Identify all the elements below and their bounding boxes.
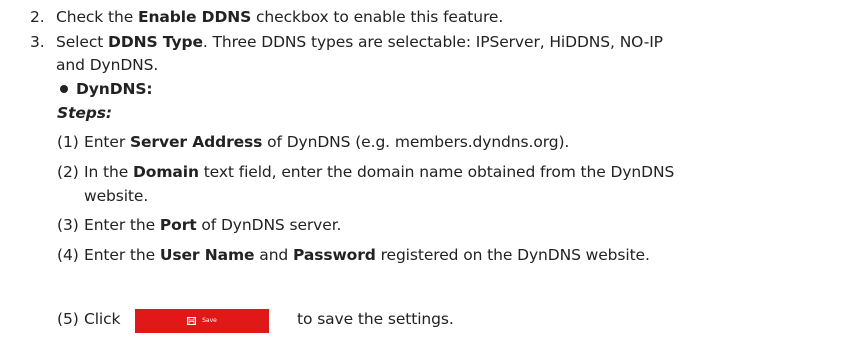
text: and DynDNS. — [56, 56, 159, 74]
text: Check the — [56, 8, 138, 26]
bold-term: Server Address — [129, 133, 263, 151]
steps-heading: Steps: — [57, 104, 113, 122]
step-number: (5) — [57, 310, 79, 328]
step-2: (2) In the Domain text field, enter the d… — [57, 162, 674, 182]
text: Enter the — [84, 216, 160, 234]
bold-term: Password — [292, 246, 376, 264]
text: of DynDNS (e.g. members.dyndns.org). — [262, 133, 570, 151]
bullet-dot-icon — [60, 85, 68, 93]
text: Click — [84, 310, 121, 328]
step-number: (3) — [57, 216, 79, 234]
step-3: (3) Enter the Port of DynDNS server. — [57, 215, 341, 235]
list-number: 3. — [30, 33, 45, 51]
step-2-continuation: website. — [84, 186, 148, 206]
bold-term: Domain — [133, 163, 199, 181]
save-button-label: Save — [202, 317, 217, 324]
text: In the — [84, 163, 133, 181]
text: Enter the — [84, 246, 160, 264]
text: registered on the DynDNS website. — [375, 246, 650, 264]
text: Select — [56, 33, 109, 51]
text: website. — [84, 187, 149, 205]
step-number: (2) — [57, 163, 79, 181]
list-item-3: 3. Select DDNS Type. Three DDNS types are… — [30, 32, 663, 52]
list-item-3-continuation: and DynDNS. — [56, 55, 158, 75]
step-5-suffix: to save the settings. — [297, 309, 454, 329]
text: . Three DDNS types are selectable: IPSer… — [202, 33, 663, 51]
step-4: (4) Enter the User Name and Password regi… — [57, 245, 650, 265]
text: and — [254, 246, 293, 264]
step-5: (5) Click — [57, 309, 121, 329]
list-item-2: 2. Check the Enable DDNS checkbox to enab… — [30, 7, 503, 27]
save-button[interactable]: Save — [135, 309, 269, 333]
text: of DynDNS server. — [196, 216, 342, 234]
bold-term: Enable DDNS — [137, 8, 252, 26]
floppy-disk-icon — [187, 317, 197, 325]
step-number: (1) — [57, 133, 79, 151]
bold-term: User Name — [159, 246, 255, 264]
text: checkbox to enable this feature. — [251, 8, 504, 26]
bullet-item: DynDNS: — [60, 79, 153, 99]
text: Enter — [84, 133, 130, 151]
bullet-label: DynDNS: — [76, 80, 153, 98]
text: to save the settings. — [297, 310, 454, 328]
bold-term: Port — [159, 216, 197, 234]
step-number: (4) — [57, 246, 79, 264]
list-number: 2. — [30, 8, 45, 26]
step-1: (1) Enter Server Address of DynDNS (e.g. … — [57, 132, 569, 152]
text: text field, enter the domain name obtain… — [198, 163, 675, 181]
bold-term: DDNS Type — [108, 33, 203, 51]
